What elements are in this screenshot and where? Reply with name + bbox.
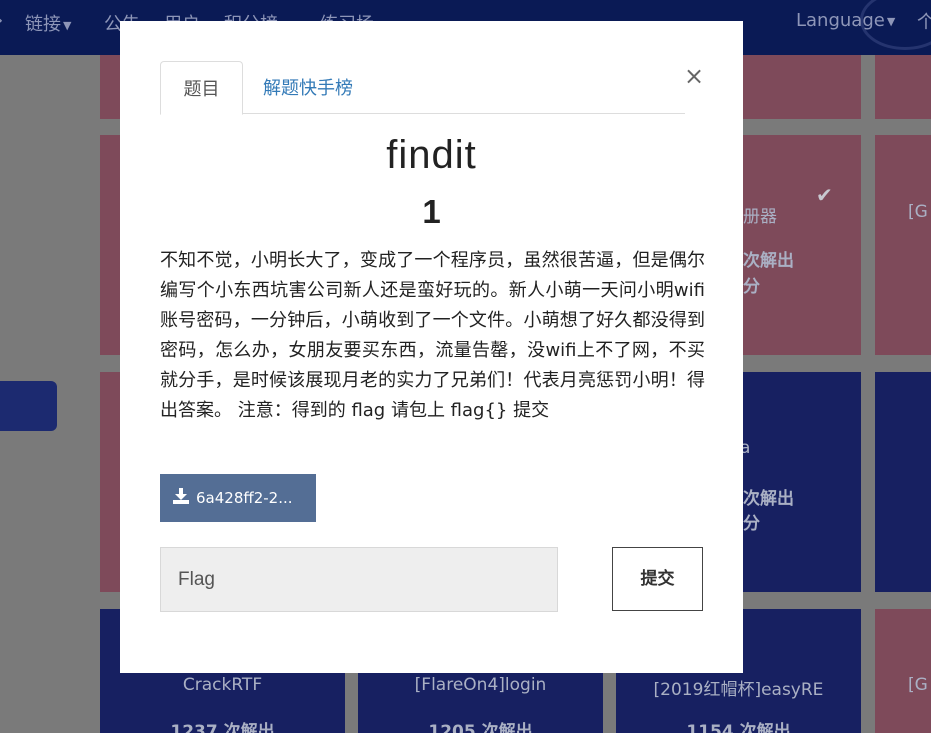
card-solves: 1205 次解出 xyxy=(428,722,533,733)
user-icon[interactable]: 个 xyxy=(917,8,931,34)
card-solves: 次解出 xyxy=(743,489,794,509)
challenge-modal: 题目 解题快手榜 × findit 1 不知不觉，小明长大了，变成了一个程序员，… xyxy=(120,21,743,673)
card-solves: 1237 次解出 xyxy=(170,722,275,733)
card-solves: 1154 次解出 xyxy=(686,722,791,733)
challenge-card: [G xyxy=(875,135,931,355)
card-points: 分 xyxy=(743,277,760,297)
tab-fastest-solvers[interactable]: 解题快手榜 xyxy=(243,61,373,114)
flag-input[interactable] xyxy=(160,547,558,612)
nav-prev-fragment: › xyxy=(0,10,3,31)
card-solves: 次解出 xyxy=(743,251,794,271)
challenge-title: findit xyxy=(386,133,477,177)
modal-tabs: 题目 解题快手榜 xyxy=(160,61,685,115)
submit-flag-button[interactable]: 提交 xyxy=(612,547,703,611)
card-title: [2019红帽杯]easyRE xyxy=(653,680,824,700)
solved-check-icon: ✔ xyxy=(816,183,833,207)
challenge-description: 不知不觉，小明长大了，变成了一个程序员，虽然很苦逼，但是偶尔编写个小东西坑害公司… xyxy=(160,250,705,421)
close-button[interactable]: × xyxy=(684,63,704,89)
card-title: [G xyxy=(908,675,928,695)
background-side-button xyxy=(0,381,57,431)
challenge-card xyxy=(875,55,931,119)
challenge-card: [G xyxy=(875,609,931,733)
card-title: [FlareOn4]login xyxy=(414,675,547,695)
card-points: 分 xyxy=(743,514,760,534)
download-file-label: 6a428ff2-2... xyxy=(196,489,293,507)
tab-challenge[interactable]: 题目 xyxy=(160,61,243,115)
nav-item-links[interactable]: 链接 ▼ xyxy=(25,10,71,36)
challenge-card xyxy=(875,372,931,592)
card-title: [G xyxy=(908,202,928,222)
download-icon xyxy=(172,475,190,523)
card-title: CrackRTF xyxy=(182,675,263,695)
challenge-points: 1 xyxy=(422,193,441,230)
nav-language-dropdown[interactable]: Language ▼ xyxy=(796,10,895,31)
download-file-button[interactable]: 6a428ff2-2... xyxy=(160,474,316,522)
